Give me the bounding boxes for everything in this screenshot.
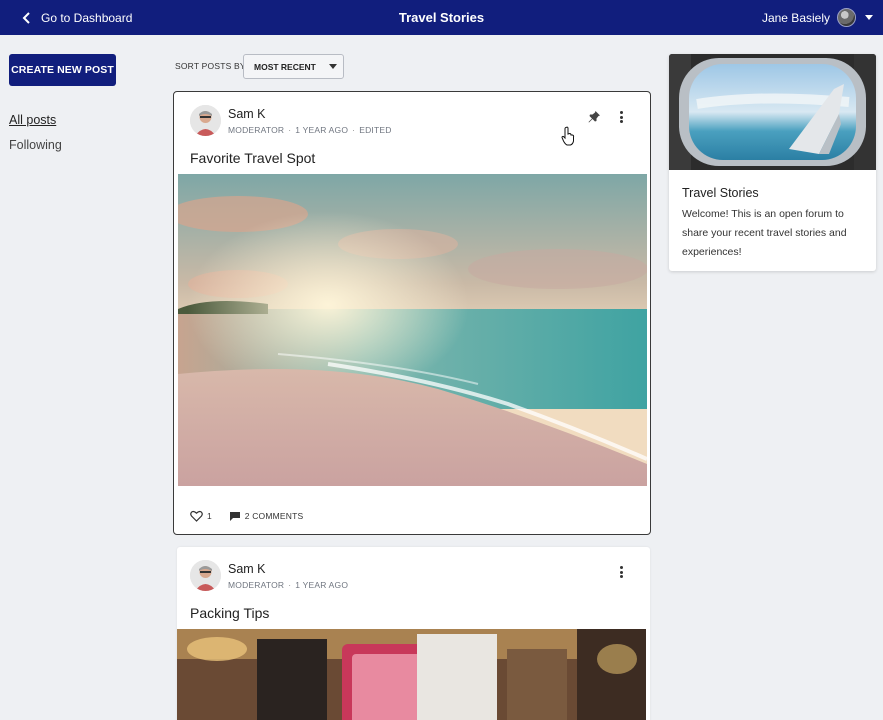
post-title[interactable]: Favorite Travel Spot [190, 150, 315, 166]
author-role: MODERATOR [228, 580, 285, 590]
user-name: Jane Basiely [761, 10, 830, 25]
separator-dot: · [352, 125, 356, 135]
sort-selected-value: MOST RECENT [254, 61, 316, 72]
author-name[interactable]: Sam K [228, 562, 266, 576]
comments-button[interactable]: 2 COMMENTS [229, 511, 304, 521]
author-role: MODERATOR [228, 125, 285, 135]
avatar[interactable] [190, 105, 221, 136]
heart-icon [190, 510, 203, 522]
beach-sunset-image [178, 174, 647, 486]
airplane-window-photo [669, 54, 876, 170]
author-photo [190, 105, 221, 136]
top-bar: Go to Dashboard Travel Stories Jane Basi… [0, 0, 883, 35]
separator-dot: · [288, 580, 292, 590]
post-image-packing[interactable] [177, 629, 646, 720]
sidebar-item-all-posts[interactable]: All posts [9, 113, 56, 127]
edited-label: EDITED [359, 125, 392, 135]
post-card[interactable]: Sam K MODERATOR · 1 YEAR AGO · EDITED Fa… [173, 91, 651, 535]
community-info-card: Travel Stories Welcome! This is an open … [669, 54, 876, 271]
sidebar-item-following[interactable]: Following [9, 138, 62, 152]
create-new-post-button[interactable]: CREATE NEW POST [9, 54, 116, 86]
post-meta: MODERATOR · 1 YEAR AGO · EDITED [228, 125, 392, 135]
info-card-title: Travel Stories [682, 186, 759, 200]
app-title: Travel Stories [398, 10, 485, 25]
like-count: 1 [207, 511, 212, 521]
comments-count: 2 COMMENTS [244, 511, 304, 521]
go-to-dashboard-link[interactable]: Go to Dashboard [22, 0, 132, 35]
post-time: 1 YEAR AGO [295, 125, 349, 135]
chevron-down-icon [865, 15, 873, 20]
post-title[interactable]: Packing Tips [190, 605, 269, 621]
chevron-left-icon [22, 11, 30, 24]
sort-label: SORT POSTS BY [175, 61, 246, 71]
packing-suitcase-image [177, 629, 646, 720]
avatar[interactable] [190, 560, 221, 591]
chevron-down-icon [328, 64, 337, 69]
avatar [837, 8, 856, 27]
post-image-beach[interactable] [178, 174, 647, 486]
more-vert-icon[interactable] [614, 109, 628, 125]
user-menu[interactable]: Jane Basiely [762, 0, 873, 35]
comment-icon [229, 511, 240, 521]
post-actions: 1 2 COMMENTS [190, 510, 303, 522]
pin-icon[interactable] [587, 110, 601, 124]
more-vert-icon[interactable] [614, 564, 628, 580]
post-time: 1 YEAR AGO [295, 580, 349, 590]
go-to-dashboard-label: Go to Dashboard [41, 10, 133, 25]
airplane-window-image [669, 54, 876, 170]
separator-dot: · [288, 125, 292, 135]
post-meta: MODERATOR · 1 YEAR AGO [228, 580, 348, 590]
post-card[interactable]: Sam K MODERATOR · 1 YEAR AGO Packing Tip… [177, 547, 650, 720]
sort-select[interactable]: MOST RECENT [243, 54, 344, 79]
author-name[interactable]: Sam K [228, 107, 266, 121]
info-card-description: Welcome! This is an open forum to share … [682, 208, 847, 258]
like-button[interactable]: 1 [190, 510, 212, 522]
author-photo [190, 560, 221, 591]
